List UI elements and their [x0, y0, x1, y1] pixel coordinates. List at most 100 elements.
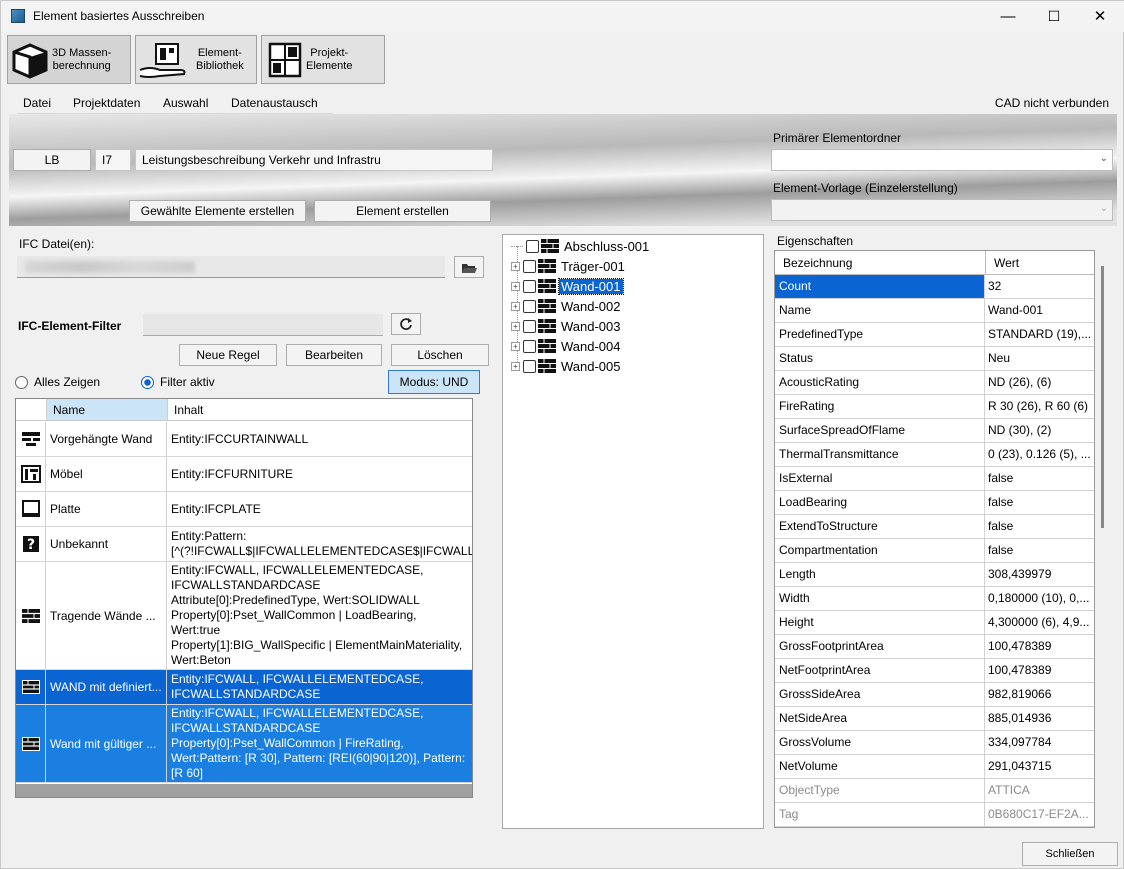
checkbox[interactable] [523, 259, 536, 273]
key-column-header[interactable]: Bezeichnung [775, 251, 986, 275]
property-row[interactable]: LoadBearing false [775, 491, 1094, 515]
property-value: 0B680C17-EF2A... [988, 807, 1089, 821]
property-row[interactable]: Compartmentation false [775, 539, 1094, 563]
property-row[interactable]: Tag 0B680C17-EF2A... [775, 803, 1094, 827]
filter-active-radio[interactable]: Filter aktiv [141, 375, 215, 389]
property-row[interactable]: FireRating R 30 (26), R 60 (6) [775, 395, 1094, 419]
property-row[interactable]: NetVolume 291,043715 [775, 755, 1094, 779]
property-row[interactable]: GrossVolume 334,097784 [775, 731, 1094, 755]
minimize-button[interactable]: — [985, 1, 1031, 32]
close-window-button[interactable]: ✕ [1077, 1, 1123, 32]
property-value: R 30 (26), R 60 (6) [988, 399, 1089, 413]
property-row[interactable]: Height 4,300000 (6), 4,9... [775, 611, 1094, 635]
property-row[interactable]: Count 32 [775, 275, 1094, 299]
filter-row[interactable]: Vorgehängte Wand Entity:IFCCURTAINWALL [16, 422, 472, 457]
expand-icon[interactable]: + [511, 301, 520, 311]
primary-folder-select[interactable]: ⌄ [771, 149, 1113, 171]
checkbox[interactable] [523, 319, 536, 333]
filter-row[interactable]: Tragende Wände ... Entity:IFCWALL, IFCWA… [16, 562, 472, 670]
wall-icon [538, 259, 556, 273]
edit-rule-button[interactable]: Bearbeiten [286, 344, 382, 366]
expand-icon[interactable]: + [511, 341, 520, 351]
property-row[interactable]: NetFootprintArea 100,478389 [775, 659, 1094, 683]
property-row[interactable]: GrossFootprintArea 100,478389 [775, 635, 1094, 659]
property-row[interactable]: ExtendToStructure false [775, 515, 1094, 539]
expand-icon[interactable]: + [511, 261, 520, 271]
radio-on-icon [141, 375, 154, 389]
filter-row-content: Entity:Pattern: [^(?!IFCWALL$|IFCWALLELE… [171, 529, 473, 558]
tree-node[interactable]: + Wand-004 [511, 336, 623, 356]
tree-node-selected[interactable]: + Wand-001 [511, 276, 624, 296]
property-value: 291,043715 [988, 759, 1052, 773]
checkbox[interactable] [523, 339, 536, 353]
property-row[interactable]: Name Wand-001 [775, 299, 1094, 323]
create-selected-elements-button[interactable]: Gewählte Elemente erstellen [129, 200, 306, 222]
menu-projektdaten[interactable]: Projektdaten [73, 96, 140, 110]
delete-rule-button[interactable]: Löschen [391, 344, 489, 366]
close-dialog-button[interactable]: Schließen [1022, 842, 1118, 866]
filter-row[interactable]: Möbel Entity:IFCFURNITURE [16, 457, 472, 492]
filter-row[interactable]: Platte Entity:IFCPLATE [16, 492, 472, 527]
mass-calculation-button[interactable]: 3D Massen- berechnung [7, 35, 131, 84]
cube-icon [12, 42, 48, 79]
plate-icon [16, 492, 46, 526]
template-select[interactable]: ⌄ [771, 199, 1113, 221]
expand-icon[interactable]: + [511, 361, 520, 371]
show-all-label: Alles Zeigen [34, 375, 101, 389]
checkbox[interactable] [523, 359, 536, 373]
property-value: 308,439979 [988, 567, 1052, 581]
maximize-button[interactable]: ☐ [1031, 1, 1077, 32]
property-row[interactable]: Status Neu [775, 347, 1094, 371]
checkbox[interactable] [523, 299, 536, 313]
tree-node[interactable]: + Träger-001 [511, 256, 627, 276]
filter-row-name: Vorgehängte Wand [47, 422, 167, 456]
property-row[interactable]: IsExternal false [775, 467, 1094, 491]
tree-node[interactable]: + Wand-005 [511, 356, 623, 376]
property-row[interactable]: Width 0,180000 (10), 0,... [775, 587, 1094, 611]
show-all-radio[interactable]: Alles Zeigen [15, 375, 100, 389]
open-folder-button[interactable] [454, 256, 484, 278]
expand-icon[interactable]: + [511, 281, 520, 291]
property-key: Width [775, 587, 985, 610]
horizontal-scrollbar[interactable] [16, 784, 472, 797]
property-row[interactable]: AcousticRating ND (26), (6) [775, 371, 1094, 395]
filter-name-field[interactable] [143, 314, 383, 336]
property-row[interactable]: GrossSideArea 982,819066 [775, 683, 1094, 707]
element-library-button[interactable]: Element- Bibliothek [135, 35, 257, 84]
filter-row[interactable]: Wand mit gültiger ... Entity:IFCWALL, IF… [16, 705, 472, 783]
lb-code-field: I7 [95, 149, 131, 171]
property-key: SurfaceSpreadOfFlame [775, 419, 985, 442]
new-rule-button[interactable]: Neue Regel [179, 344, 277, 366]
property-row[interactable]: ThermalTransmittance 0 (23), 0.126 (5), .… [775, 443, 1094, 467]
property-key: IsExternal [775, 467, 985, 490]
create-element-button[interactable]: Element erstellen [314, 200, 491, 222]
properties-scrollbar-thumb[interactable] [1101, 266, 1104, 528]
property-row[interactable]: Length 308,439979 [775, 563, 1094, 587]
menu-auswahl[interactable]: Auswahl [163, 96, 208, 110]
checkbox[interactable] [523, 279, 536, 293]
reset-filter-button[interactable] [391, 313, 421, 335]
template-label: Element-Vorlage (Einzelerstellung) [773, 181, 958, 195]
name-column-header[interactable]: Name [47, 399, 168, 421]
tree-node[interactable]: + Wand-002 [511, 296, 623, 316]
expand-icon[interactable]: + [511, 321, 520, 331]
property-row[interactable]: SurfaceSpreadOfFlame ND (30), (2) [775, 419, 1094, 443]
filter-row[interactable]: ? Unbekannt Entity:Pattern: [^(?!IFCWALL… [16, 527, 473, 562]
value-column-header[interactable]: Wert [986, 251, 1094, 275]
filter-row[interactable]: WAND mit definiert... Entity:IFCWALL, IF… [16, 670, 472, 705]
property-row[interactable]: NetSideArea 885,014936 [775, 707, 1094, 731]
tree-node[interactable]: + Wand-003 [511, 316, 623, 336]
menu-datei[interactable]: Datei [23, 96, 51, 110]
lb-button[interactable]: LB [13, 149, 91, 171]
property-row[interactable]: PredefinedType STANDARD (19),... [775, 323, 1094, 347]
property-key: ThermalTransmittance [775, 443, 985, 466]
property-row[interactable]: ObjectType ATTICA [775, 779, 1094, 803]
tree-node[interactable]: Abschluss-001 [511, 236, 651, 256]
mode-toggle-button[interactable]: Modus: UND [388, 370, 480, 394]
project-elements-button[interactable]: Projekt- Elemente [261, 35, 385, 84]
tree-node-label: Wand-001 [558, 277, 624, 295]
content-column-header[interactable]: Inhalt [168, 399, 472, 421]
ifc-element-filter-label: IFC-Element-Filter [18, 319, 122, 333]
menu-datenaustausch[interactable]: Datenaustausch [231, 96, 318, 110]
checkbox[interactable] [526, 239, 539, 253]
